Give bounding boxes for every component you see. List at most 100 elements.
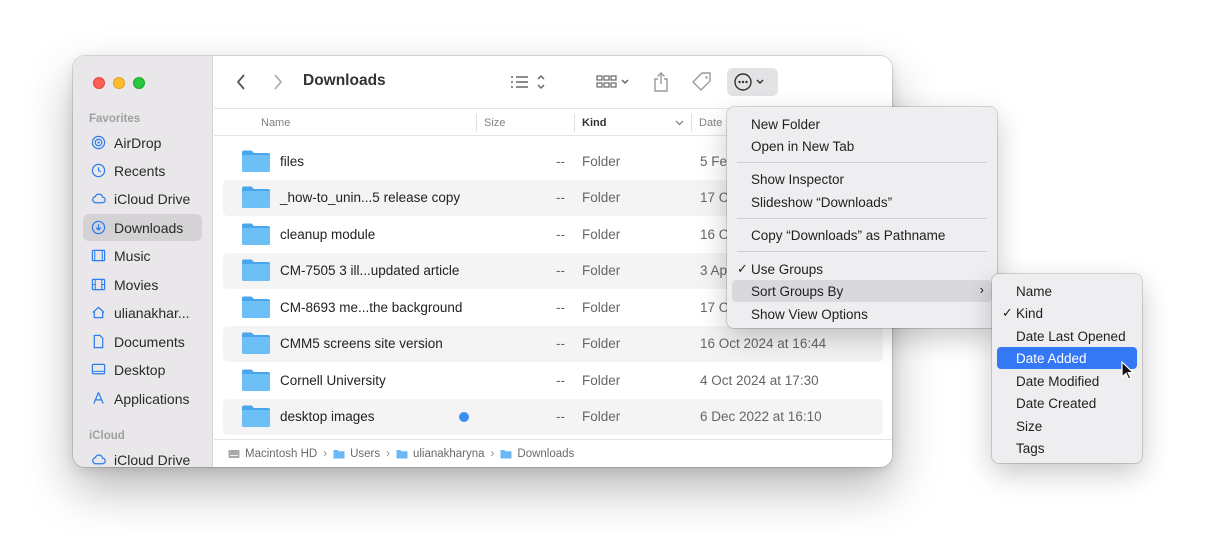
tag-icon bbox=[692, 72, 711, 91]
group-by-button[interactable] bbox=[593, 71, 633, 93]
grid-icon bbox=[596, 75, 629, 88]
mouse-pointer-icon bbox=[1121, 361, 1134, 380]
menu-item-show-inspector[interactable]: Show Inspector bbox=[732, 168, 992, 190]
submenu-item-tags[interactable]: Tags bbox=[997, 437, 1137, 459]
file-kind: Folder bbox=[582, 336, 621, 351]
file-kind: Folder bbox=[582, 409, 621, 424]
path-item-downloads[interactable]: Downloads bbox=[500, 448, 574, 460]
file-row[interactable]: Cornell University -- Folder 4 Oct 2024 at … bbox=[223, 363, 883, 399]
sidebar-item-documents[interactable]: Documents bbox=[83, 328, 202, 355]
path-item-label: Downloads bbox=[517, 447, 575, 460]
folder-icon bbox=[242, 186, 270, 208]
file-size: -- bbox=[556, 263, 565, 278]
forward-button[interactable] bbox=[267, 71, 289, 93]
submenu-item-kind[interactable]: ✓ Kind bbox=[997, 302, 1137, 324]
file-date: 6 Dec 2022 at 16:10 bbox=[700, 409, 822, 424]
document-icon bbox=[93, 334, 104, 349]
sidebar-item-music[interactable]: Music bbox=[83, 242, 202, 269]
menu-item-label: Tags bbox=[1016, 440, 1045, 456]
tags-button[interactable] bbox=[690, 70, 714, 94]
column-divider[interactable] bbox=[691, 114, 692, 132]
cloud-icon bbox=[92, 193, 106, 204]
file-date: 3 Ap bbox=[700, 263, 728, 278]
folder-icon bbox=[500, 450, 512, 459]
home-icon bbox=[92, 306, 105, 319]
menu-item-label: Date Created bbox=[1016, 395, 1097, 411]
menu-item-sort-groups-by[interactable]: Sort Groups By › bbox=[732, 280, 992, 302]
file-date: 4 Oct 2024 at 17:30 bbox=[700, 373, 819, 388]
menu-item-copy-pathname[interactable]: Copy “Downloads” as Pathname bbox=[732, 224, 992, 246]
menu-item-slideshow[interactable]: Slideshow “Downloads” bbox=[732, 191, 992, 213]
path-item-home[interactable]: ulianakharyna bbox=[396, 448, 485, 460]
sidebar-item-label: Desktop bbox=[114, 361, 166, 378]
file-name: CM-7505 3 ill...updated article bbox=[280, 263, 460, 278]
sort-chevron-icon bbox=[675, 120, 684, 126]
menu-item-label: Kind bbox=[1016, 305, 1044, 321]
column-divider[interactable] bbox=[574, 114, 575, 132]
sidebar-item-icloud-drive-2[interactable]: iCloud Drive bbox=[83, 446, 202, 467]
menu-item-use-groups[interactable]: ✓ Use Groups bbox=[732, 258, 992, 280]
desktop-icon bbox=[91, 363, 106, 375]
file-date: 16 O bbox=[700, 227, 730, 242]
file-name: Cornell University bbox=[280, 373, 386, 388]
file-size: -- bbox=[556, 336, 565, 351]
submenu-item-size[interactable]: Size bbox=[997, 415, 1137, 437]
menu-separator bbox=[737, 162, 987, 163]
column-size[interactable]: Size bbox=[484, 117, 505, 129]
close-window-button[interactable] bbox=[93, 77, 105, 89]
folder-icon bbox=[242, 369, 270, 391]
file-name: files bbox=[280, 154, 305, 169]
path-separator: › bbox=[490, 447, 495, 460]
list-view-icon bbox=[511, 74, 545, 90]
column-kind[interactable]: Kind bbox=[582, 117, 606, 129]
path-separator: › bbox=[386, 447, 390, 460]
sidebar-item-desktop[interactable]: Desktop bbox=[83, 356, 202, 383]
file-size: -- bbox=[556, 154, 565, 169]
sidebar-item-movies[interactable]: Movies bbox=[83, 271, 202, 298]
submenu-item-date-modified[interactable]: Date Modified bbox=[997, 370, 1137, 392]
sidebar-item-recents[interactable]: Recents bbox=[83, 157, 202, 184]
sidebar-item-label: Applications bbox=[114, 390, 190, 407]
file-size: -- bbox=[556, 190, 565, 205]
submenu-item-name[interactable]: Name bbox=[997, 280, 1137, 302]
path-item-macintosh-hd[interactable]: Macintosh HD bbox=[228, 448, 317, 460]
folder-icon bbox=[242, 223, 270, 245]
action-menu: New Folder Open in New Tab Show Inspecto… bbox=[727, 107, 997, 328]
file-row[interactable]: desktop images -- Folder 6 Dec 2022 at 16:1… bbox=[223, 399, 883, 435]
share-button[interactable] bbox=[650, 70, 672, 94]
chevron-right-icon bbox=[274, 74, 283, 90]
sidebar-item-icloud-drive[interactable]: iCloud Drive bbox=[83, 185, 202, 212]
disk-icon bbox=[228, 450, 240, 458]
sidebar-item-airdrop[interactable]: AirDrop bbox=[83, 129, 202, 156]
clock-icon bbox=[91, 163, 106, 178]
submenu-item-date-created[interactable]: Date Created bbox=[997, 392, 1137, 414]
sort-groups-submenu: Name ✓ Kind Date Last Opened Date Added D… bbox=[992, 274, 1142, 463]
toolbar: Downloads bbox=[214, 56, 892, 108]
path-item-users[interactable]: Users bbox=[333, 448, 380, 460]
sidebar-item-home[interactable]: ulianakhar... bbox=[83, 299, 202, 326]
file-kind: Folder bbox=[582, 154, 621, 169]
menu-item-open-in-new-tab[interactable]: Open in New Tab bbox=[732, 135, 992, 157]
column-name[interactable]: Name bbox=[261, 117, 290, 129]
view-mode-button[interactable] bbox=[507, 71, 551, 93]
menu-item-show-view-options[interactable]: Show View Options bbox=[732, 303, 992, 325]
menu-item-label: Size bbox=[1016, 418, 1043, 434]
file-row[interactable]: CMM5 screens site version -- Folder 16 Oct … bbox=[223, 326, 883, 362]
sidebar-item-label: Music bbox=[114, 247, 151, 264]
toolbar-overflow-button[interactable] bbox=[891, 72, 892, 92]
sidebar-item-applications[interactable]: Applications bbox=[83, 385, 202, 412]
action-menu-button[interactable] bbox=[727, 68, 778, 96]
minimize-window-button[interactable] bbox=[113, 77, 125, 89]
submenu-item-date-last-opened[interactable]: Date Last Opened bbox=[997, 325, 1137, 347]
path-bar: Macintosh HD › Users › ulianakharyna › D… bbox=[214, 439, 892, 467]
path-item-label: ulianakharyna bbox=[412, 447, 485, 460]
column-divider[interactable] bbox=[476, 114, 477, 132]
menu-item-new-folder[interactable]: New Folder bbox=[732, 113, 992, 135]
column-date[interactable]: Date bbox=[699, 117, 722, 129]
sidebar-item-label: ulianakhar... bbox=[114, 304, 190, 321]
sidebar-item-downloads[interactable]: Downloads bbox=[83, 214, 202, 241]
zoom-window-button[interactable] bbox=[133, 77, 145, 89]
submenu-item-date-added[interactable]: Date Added bbox=[997, 347, 1137, 369]
back-button[interactable] bbox=[230, 71, 252, 93]
submenu-arrow-icon: › bbox=[979, 282, 984, 297]
